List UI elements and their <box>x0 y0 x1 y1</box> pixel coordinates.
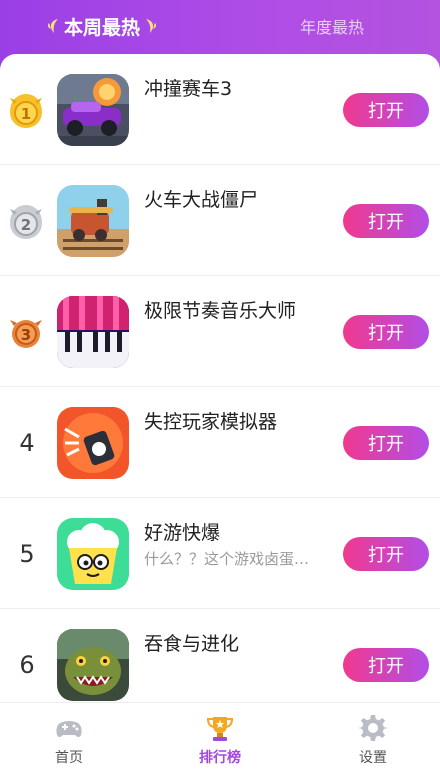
svg-text:3: 3 <box>21 326 31 344</box>
silver-medal-icon: 2 <box>10 205 42 239</box>
rank-number: 4 <box>19 428 35 457</box>
list-item[interactable]: 4 失控玩家模拟器 打开 <box>0 387 440 498</box>
bottom-navigation: 首页 排行榜 设置 <box>0 702 440 770</box>
open-button[interactable]: 打开 <box>343 537 429 571</box>
nav-settings[interactable]: 设置 <box>318 703 428 771</box>
open-button[interactable]: 打开 <box>343 315 429 349</box>
ranking-list: 1 冲撞赛车3 打开 2 火车大战僵尸 打开 3 极限节奏音乐大师 打开 4 失… <box>0 54 440 702</box>
bomb-app-icon[interactable] <box>57 407 129 479</box>
trophy-icon <box>206 717 234 741</box>
train-app-icon[interactable] <box>57 185 129 257</box>
tab-yearly-hot[interactable]: 年度最热 <box>300 12 364 40</box>
open-button[interactable]: 打开 <box>343 648 429 682</box>
gamepad-icon <box>56 721 82 737</box>
popcorn-app-icon[interactable] <box>57 518 129 590</box>
tab-weekly-hot[interactable]: 本周最热 <box>46 12 158 40</box>
nav-home[interactable]: 首页 <box>14 703 124 771</box>
app-name: 极限节奏音乐大师 <box>144 300 297 322</box>
list-item[interactable]: 6 吞食与进化 打开 <box>0 609 440 702</box>
racing-car-app-icon[interactable] <box>57 74 129 146</box>
nav-settings-label: 设置 <box>359 750 387 766</box>
rank-number: 6 <box>19 650 35 679</box>
tab-yearly-label: 年度最热 <box>300 18 365 37</box>
nav-home-label: 首页 <box>55 750 83 766</box>
app-description: 什么？？这个游戏卤蛋… <box>144 550 310 568</box>
app-name: 好游快爆 <box>144 522 221 544</box>
app-name: 失控玩家模拟器 <box>144 411 278 433</box>
rank-number: 5 <box>19 539 35 568</box>
app-name: 火车大战僵尸 <box>144 189 259 211</box>
open-button[interactable]: 打开 <box>343 426 429 460</box>
list-item[interactable]: 2 火车大战僵尸 打开 <box>0 165 440 276</box>
tab-weekly-label: 本周最热 <box>64 16 141 39</box>
list-item[interactable]: 3 极限节奏音乐大师 打开 <box>0 276 440 387</box>
list-item[interactable]: 1 冲撞赛车3 打开 <box>0 54 440 165</box>
gold-medal-icon: 1 <box>10 94 42 128</box>
gear-icon <box>358 715 388 741</box>
svg-text:2: 2 <box>21 216 31 234</box>
piano-app-icon[interactable] <box>57 296 129 368</box>
bronze-medal-icon: 3 <box>10 320 42 348</box>
list-item[interactable]: 5 好游快爆 什么？？这个游戏卤蛋… 打开 <box>0 498 440 609</box>
nav-ranking-label: 排行榜 <box>199 750 241 766</box>
open-button[interactable]: 打开 <box>343 204 429 238</box>
dinosaur-app-icon[interactable] <box>57 629 129 701</box>
svg-text:1: 1 <box>21 105 31 123</box>
app-name: 冲撞赛车3 <box>144 78 233 100</box>
laurel-right-icon <box>144 17 158 35</box>
app-name: 吞食与进化 <box>144 633 240 655</box>
laurel-left-icon <box>46 17 60 35</box>
nav-ranking[interactable]: 排行榜 <box>165 703 275 771</box>
open-button[interactable]: 打开 <box>343 93 429 127</box>
